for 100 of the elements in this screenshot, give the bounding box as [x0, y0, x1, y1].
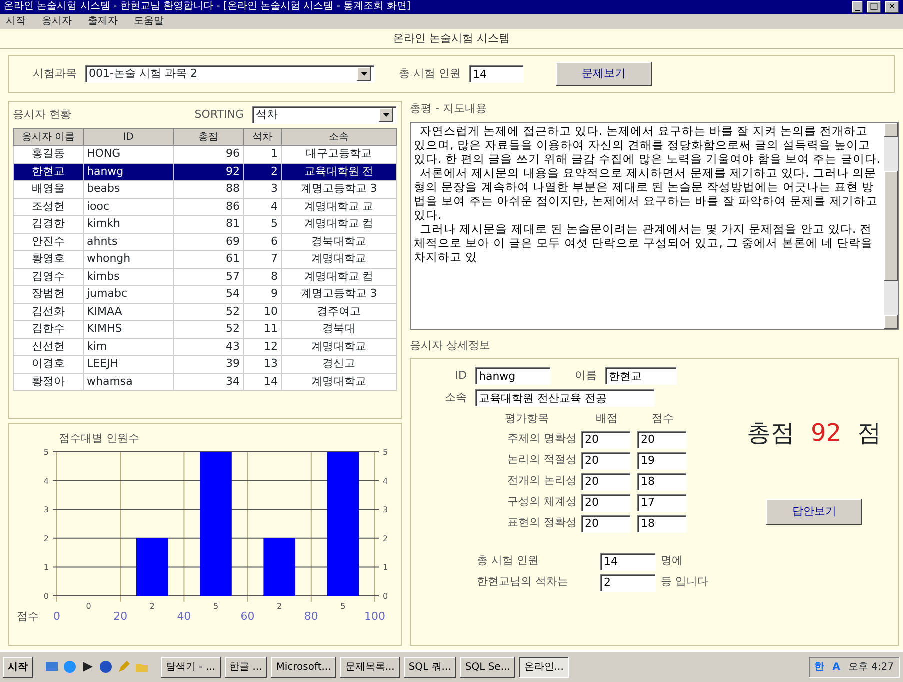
max-score-field[interactable]: 20 [581, 472, 631, 490]
name-field[interactable]: 한현교 [605, 367, 677, 385]
taskbar-button[interactable]: 온라인... [519, 656, 569, 678]
start-button[interactable]: 시작 [3, 656, 33, 678]
table-cell: kimkh [84, 216, 174, 233]
table-row[interactable]: 한현교 hanwg 92 2 교육대학원 전 [14, 163, 396, 180]
table-cell: 조성헌 [14, 198, 84, 216]
table-cell: 2 [244, 163, 282, 180]
column-header[interactable]: ID [84, 128, 174, 146]
count-field[interactable]: 14 [600, 552, 656, 570]
sorting-dropdown[interactable]: 석차 [252, 106, 397, 124]
table-cell: 교육대학원 전 [282, 163, 396, 180]
score-field[interactable]: 20 [637, 430, 687, 448]
table-row[interactable]: 황영호 whongh 61 7 계명대학교 [14, 250, 396, 268]
subject-dropdown[interactable]: 001-논술 시험 과목 2 [85, 65, 375, 83]
x-tick-label: 40 [177, 610, 192, 623]
table-cell: 88 [174, 180, 244, 198]
desktop-icon[interactable] [45, 660, 59, 674]
table-cell: 7 [244, 250, 282, 268]
y-tick-label: 4 [44, 476, 49, 486]
table-cell: KIMAA [84, 303, 174, 320]
total-field[interactable]: 14 [469, 65, 524, 83]
table-cell: kimbs [84, 268, 174, 286]
org-field[interactable]: 교육대학원 전산교육 전공 [475, 389, 655, 407]
window-control-button[interactable]: □ [866, 1, 882, 13]
total-label: 총 시험 인원 [399, 66, 461, 82]
table-cell: 경북대학교 [282, 233, 396, 250]
taskbar-button[interactable]: 탐색기 - ... [161, 656, 221, 678]
count-unit: 명에 [661, 553, 684, 570]
scrollbar[interactable] [884, 122, 898, 328]
table-cell: 5 [244, 216, 282, 233]
table-cell: kim [84, 338, 174, 356]
y-tick-label: 5 [383, 448, 388, 457]
table-cell: 1 [244, 146, 282, 163]
table-cell: 계명고등학교 3 [282, 286, 396, 303]
table-row[interactable]: 김경한 kimkh 81 5 계명대학교 컴 [14, 216, 396, 233]
table-cell: 경신고 [282, 356, 396, 373]
total-score-label: 총점 [747, 418, 795, 449]
menu-item[interactable]: 출제자 [88, 14, 118, 29]
view-answer-button[interactable]: 답안보기 [766, 499, 862, 525]
taskbar-button[interactable]: SQL Se... [460, 656, 516, 678]
table-row[interactable]: 조성헌 iooc 86 4 계명대학교 교 [14, 198, 396, 216]
dropdown-arrow-icon[interactable] [382, 113, 390, 117]
view-question-button[interactable]: 문제보기 [556, 62, 652, 86]
column-label: 점수 [651, 411, 675, 427]
table-row[interactable]: 장범헌 jumabc 54 9 계명고등학교 3 [14, 286, 396, 303]
table-cell: 4 [244, 198, 282, 216]
review-paragraph: 자연스럽게 논제에 접근하고 있다. 논제에서 요구하는 바를 잘 지켜 논의를 전개하고 있으며, 많은 자료들을 이용하여 자신의 견해를 정당화함으로써 글의 설득력을 높이고 있다. 한 편의 글을 쓰기 위해 글감 수집에 많은 노력을 기울여야 함을 보여 주는 글이다. [414, 124, 881, 166]
table-cell: 김선화 [14, 303, 84, 320]
column-header[interactable]: 석차 [244, 128, 282, 146]
table-cell: 경주여고 [282, 303, 396, 320]
window-control-button[interactable]: _ [852, 1, 863, 13]
table-cell: 13 [244, 356, 282, 373]
table-row[interactable]: 신선헌 kim 43 12 계명대학교 [14, 338, 396, 356]
table-cell: 김한수 [14, 320, 84, 338]
menu-item[interactable]: 도움말 [134, 14, 164, 29]
table-cell: 86 [174, 198, 244, 216]
table-row[interactable]: 김선화 KIMAA 52 10 경주여고 [14, 303, 396, 320]
menu-item[interactable]: 응시자 [42, 14, 72, 29]
column-header[interactable]: 소속 [282, 128, 396, 146]
table-row[interactable]: 김한수 KIMHS 52 11 경북대 [14, 320, 396, 338]
y-tick-label: 0 [383, 592, 388, 601]
score-field[interactable]: 18 [637, 514, 687, 532]
table-cell: 계명대학교 컴 [282, 216, 396, 233]
taskbar-button[interactable]: Microsoft... [271, 656, 336, 678]
window-control-button[interactable]: × [885, 1, 899, 13]
table-row[interactable]: 안진수 ahnts 69 6 경북대학교 [14, 233, 396, 250]
menu-item[interactable]: 시작 [6, 14, 26, 29]
score-field[interactable]: 17 [637, 494, 687, 512]
table-row[interactable]: 황정아 whamsa 34 14 계명대학교 [14, 373, 396, 390]
rank-label: 한현교님의 석차는 [477, 574, 570, 590]
table-row[interactable]: 홍길동 HONG 96 1 대구고등학교 [14, 146, 396, 163]
table-row[interactable]: 이경호 LEEJH 39 13 경신고 [14, 356, 396, 373]
column-label: 배점 [595, 411, 619, 427]
y-tick-label: 3 [383, 506, 388, 515]
column-header[interactable]: 응시자 이름 [14, 128, 84, 146]
table-cell: 경북대 [282, 320, 396, 338]
table-row[interactable]: 배영울 beabs 88 3 계명고등학교 3 [14, 180, 396, 198]
max-score-field[interactable]: 20 [581, 494, 631, 512]
value-label: 5 [213, 602, 219, 611]
max-score-field[interactable]: 20 [581, 452, 631, 470]
value-label: 5 [340, 602, 346, 611]
table-cell: 황정아 [14, 373, 84, 390]
rank-field[interactable]: 2 [600, 574, 656, 592]
id-field[interactable]: hanwg [475, 367, 551, 385]
score-field[interactable]: 19 [637, 452, 687, 470]
dropdown-arrow-icon[interactable] [360, 72, 368, 76]
count-label: 총 시험 인원 [477, 553, 540, 570]
table-cell: whamsa [84, 373, 174, 390]
taskbar-button[interactable]: SQL 쿼... [404, 656, 456, 678]
arrow-icon[interactable] [81, 660, 95, 674]
table-row[interactable]: 김영수 kimbs 57 8 계명대학교 컴 [14, 268, 396, 286]
column-header[interactable]: 총점 [174, 128, 244, 146]
column-label: 평가항목 [504, 411, 550, 427]
taskbar-button[interactable]: 한글 ... [224, 656, 268, 678]
score-field[interactable]: 18 [637, 472, 687, 490]
max-score-field[interactable]: 20 [581, 430, 631, 448]
table-cell: 69 [174, 233, 244, 250]
max-score-field[interactable]: 20 [581, 514, 631, 532]
taskbar-button[interactable]: 문제목록... [340, 656, 400, 678]
